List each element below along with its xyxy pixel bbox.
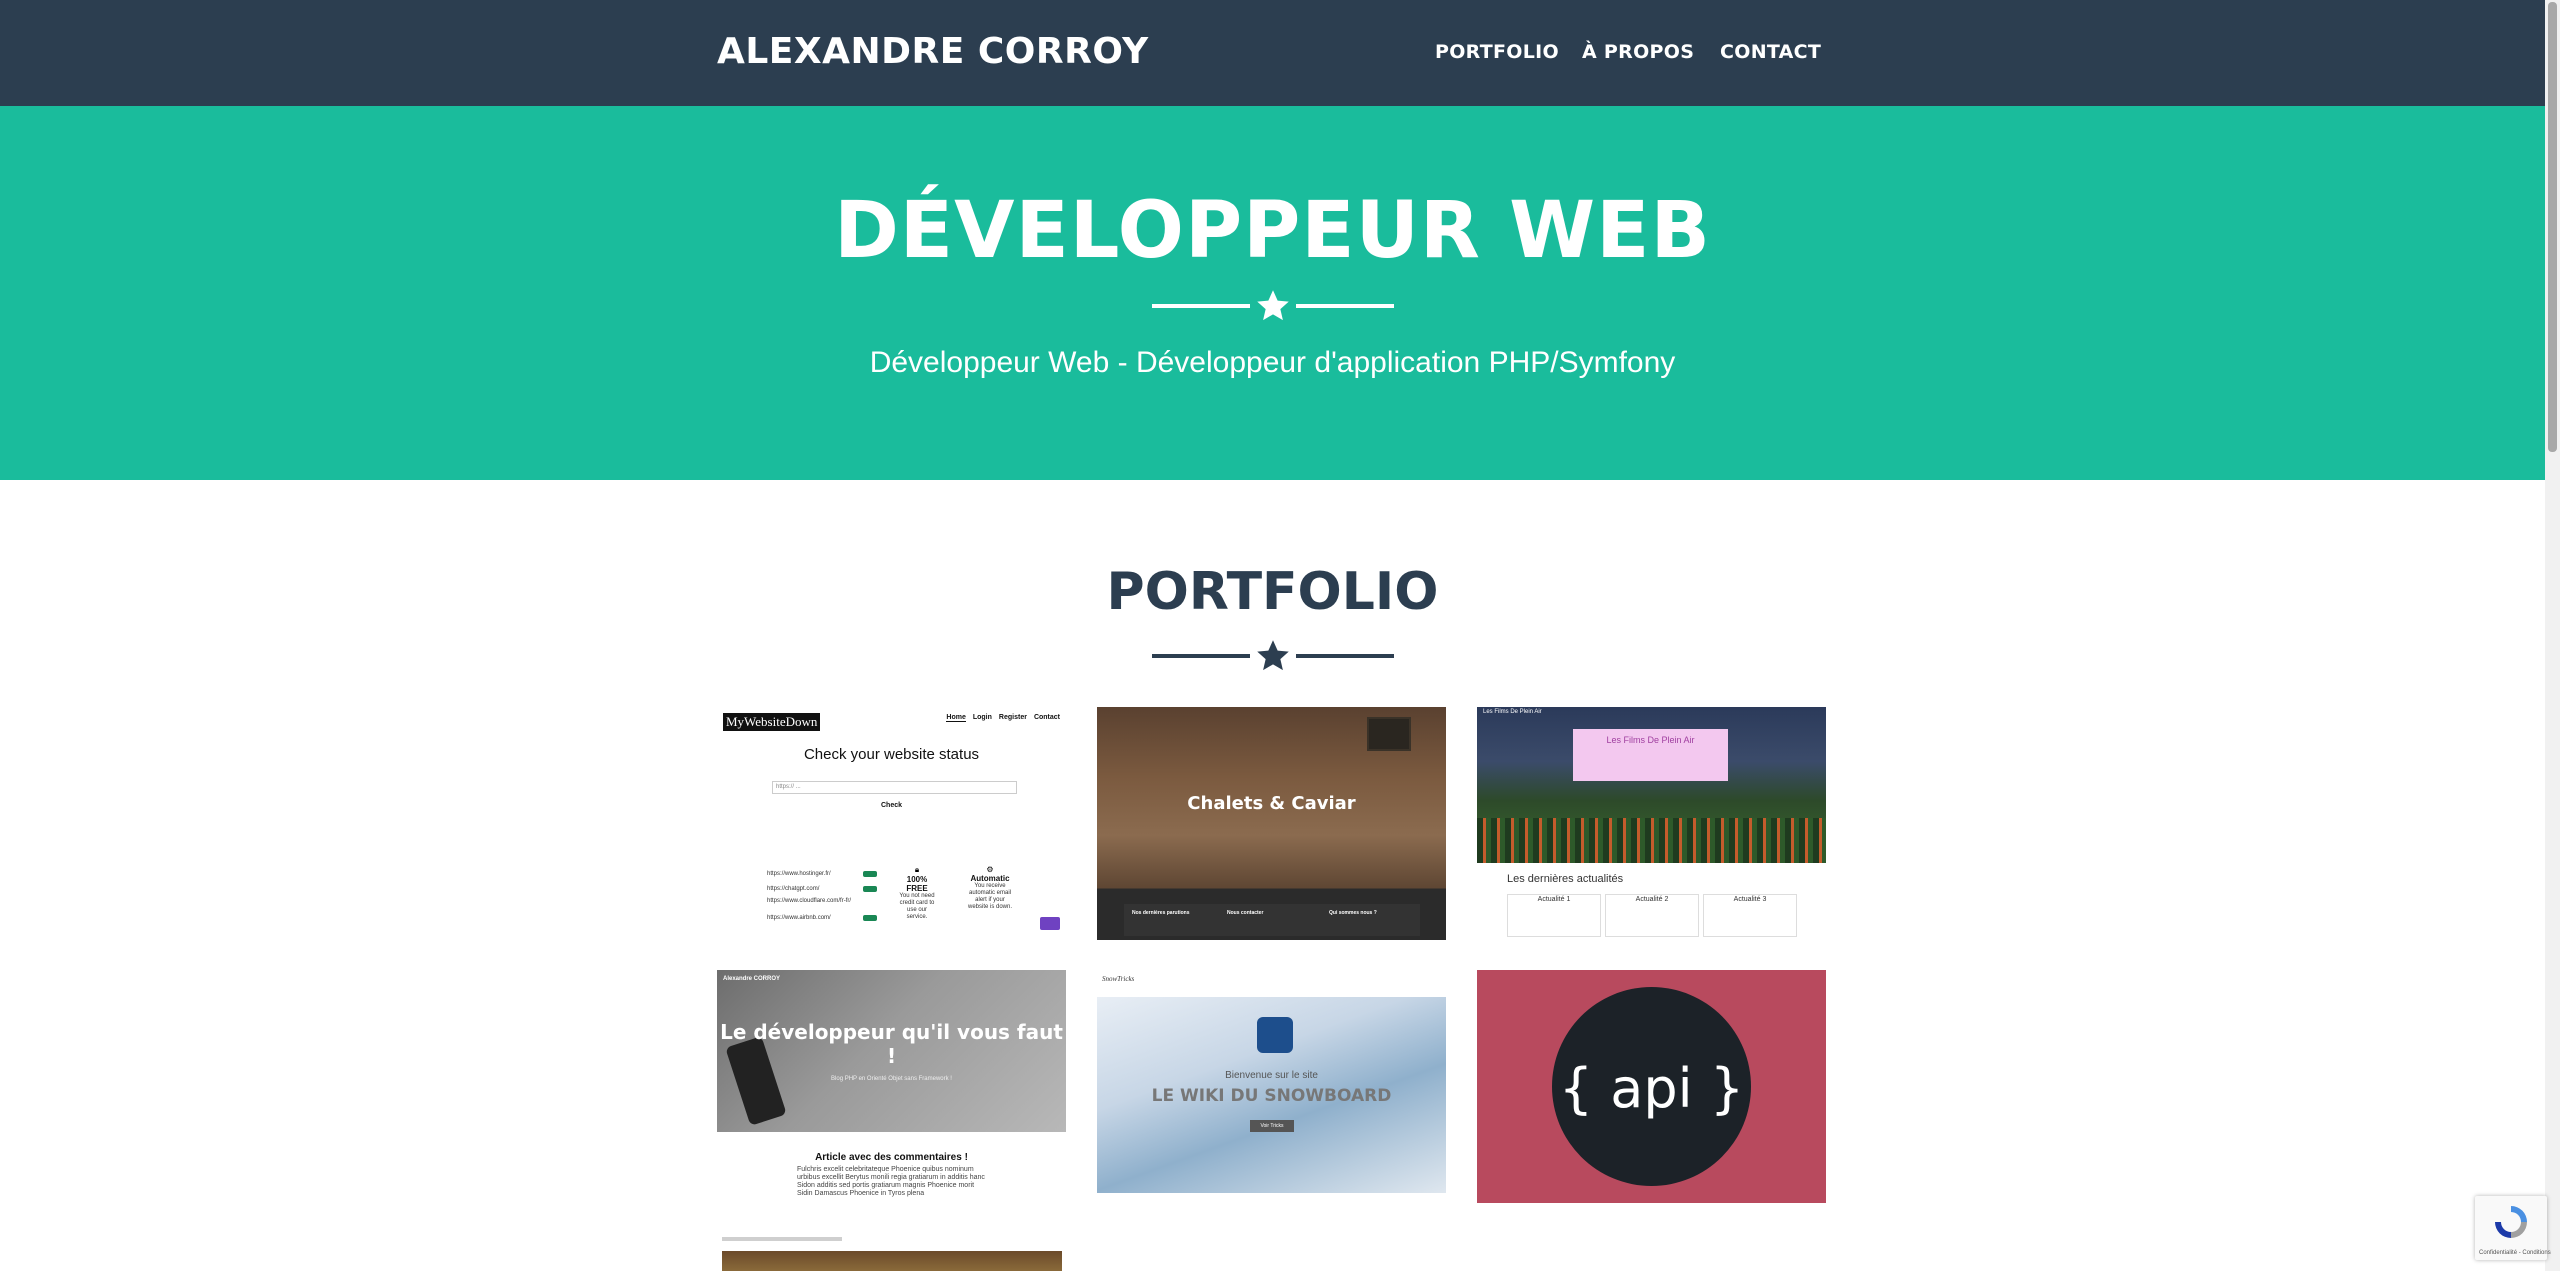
blog-hero: Alexandre CORROY Le développeur qu'il vo… [717,970,1066,1132]
blog-article-title: Article avec des commentaires ! [815,1152,968,1163]
portfolio-title: PORTFOLIO [1106,562,1439,622]
recaptcha-links[interactable]: Confidentialité - Conditions [2479,1250,2551,1256]
mywebsitedown-feature-automatic: ⚙ Automatic You receive automatic email … [965,865,1015,911]
portfolio-item-partial[interactable] [717,1233,1066,1271]
api-circle: { api } [1552,987,1751,1186]
api-label: { api } [1558,1057,1745,1120]
chat-icon [1040,917,1060,930]
mywebsitedown-url-input: https:// ... [772,781,1017,794]
divider-line-left [1152,654,1250,658]
masthead-subtitle: Développeur Web - Développeur d'applicat… [869,346,1676,379]
portfolio-item-chalets-caviar[interactable]: Chalets & Caviar Nos dernières parutions… [1097,707,1446,940]
star-icon [1257,640,1289,671]
snowtricks-headline: LE WIKI DU SNOWBOARD [1151,1086,1392,1106]
navbar: ALEXANDRE CORROY PORTFOLIO À PROPOS CONT… [0,0,2545,106]
snowtricks-logo: SnowTricks [1102,975,1135,983]
portfolio-item-mywebsitedown[interactable]: MyWebsiteDown Home Login Register Contac… [717,707,1066,940]
blog-tagline: Blog PHP en Orienté Objet sans Framework… [831,1076,952,1082]
star-icon [1257,290,1289,321]
masthead-divider [1152,288,1394,324]
status-badge [863,886,877,892]
portfolio-item-films-plein-air[interactable]: Les Films De Plein Air Les Films De Plei… [1477,707,1826,940]
mywebsitedown-url-list: https://www.hostinger.fr/ https://chatgp… [767,867,877,926]
snowtricks-button: Voir Tricks [1250,1120,1294,1132]
mywebsitedown-heading: Check your website status [803,746,980,763]
wall-frame [1367,717,1411,751]
recaptcha-badge[interactable]: Confidentialité - Conditions [2475,1196,2551,1260]
divider-line-left [1152,304,1250,308]
brand-link[interactable]: ALEXANDRE CORROY [717,31,1149,72]
films-news-title: Les dernières actualités [1507,873,1624,885]
nav-link-a-propos[interactable]: À PROPOS [1582,41,1694,63]
portfolio-item-blog[interactable]: Alexandre CORROY Le développeur qu'il vo… [717,970,1066,1203]
masthead: DÉVELOPPEUR WEB Développeur Web - Dévelo… [0,106,2545,480]
divider-line-right [1296,304,1394,308]
films-hero: Les Films De Plein Air Les Films De Plei… [1477,707,1826,863]
films-screen: Les Films De Plein Air [1573,729,1728,781]
films-news-list: Actualité 1 Actualité 2 Actualité 3 [1507,894,1797,937]
lock-icon: 🔒︎ [914,865,920,874]
recaptcha-icon [2495,1206,2527,1238]
mywebsitedown-logo: MyWebsiteDown [723,713,821,731]
nav-link-portfolio[interactable]: PORTFOLIO [1435,41,1559,63]
snowboarder-image [1257,1017,1293,1053]
status-badge [863,871,877,877]
mywebsitedown-nav: Home Login Register Contact [946,714,1060,722]
portfolio-item-api[interactable]: { api } [1477,970,1826,1203]
mywebsitedown-feature-free: 🔒︎ 100% FREE You not need credit card to… [897,865,937,921]
divider-line-right [1296,654,1394,658]
chalets-title: Chalets & Caviar [1187,793,1356,814]
status-badge [863,915,877,921]
chalets-footer: Nos dernières parutions Nous contacter Q… [1124,904,1420,936]
mywebsitedown-check-button: Check [880,802,902,809]
portfolio-item-snowtricks[interactable]: SnowTricks Bienvenue sur le site LE WIKI… [1097,970,1446,1193]
snowtricks-overline: Bienvenue sur le site [1225,1070,1318,1081]
nav-link-contact[interactable]: CONTACT [1720,41,1821,63]
scrollbar-thumb[interactable] [2548,2,2557,452]
blog-article-text: Fulchris excelit celebritateque Phoenice… [797,1166,985,1197]
gear-icon: ⚙ [986,865,994,874]
portfolio-divider [1152,638,1394,674]
blog-headline: Le développeur qu'il vous faut ! [720,1020,1063,1068]
partial-hero [722,1251,1062,1271]
page-scrollbar[interactable] [2545,0,2560,1271]
films-crowd [1477,818,1826,863]
snowtricks-hero: Bienvenue sur le site LE WIKI DU SNOWBOA… [1097,997,1446,1193]
partial-nav [722,1237,842,1241]
masthead-title: DÉVELOPPEUR WEB [834,186,1711,276]
